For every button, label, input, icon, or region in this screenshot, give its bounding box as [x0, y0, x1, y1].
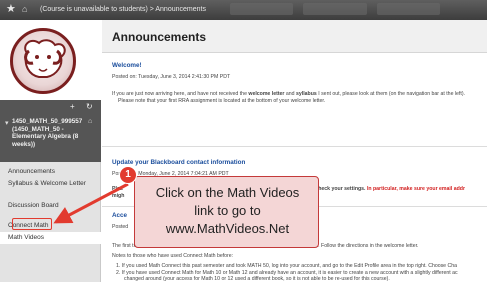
announcement-body-line: Notes to those who have used Connect Mat… [112, 253, 234, 259]
body-text: syllabus [296, 91, 317, 97]
tab-placeholder[interactable] [376, 3, 440, 15]
course-title: 1450_MATH_50_999557 (1450_MATH_50 - Elem… [12, 118, 83, 148]
announcement-heading: Welcome! [112, 62, 142, 69]
body-text: If you are just now arriving here, and h… [112, 91, 249, 97]
announcement-heading: Acce [112, 212, 128, 219]
collapse-arrow-icon[interactable]: ▾ [5, 119, 9, 127]
divider [102, 146, 487, 147]
sidebar-item-discussion-board[interactable]: Discussion Board [0, 200, 101, 212]
announcement-heading: Update your Blackboard contact informati… [112, 159, 246, 166]
math-videos-highlight [12, 218, 52, 230]
announcement-body-line: migh [112, 193, 124, 199]
callout-line: www.MathVideos.Net [165, 221, 290, 236]
announcement-body-line: If you are just now arriving here, and h… [112, 91, 465, 97]
step-badge: 1 [119, 166, 137, 184]
callout-line: link to go to [194, 203, 261, 218]
sidebar-toolbar: + ↻ [0, 100, 101, 114]
refresh-icon[interactable]: ↻ [86, 102, 93, 112]
star-icon[interactable]: ★ [6, 3, 16, 16]
sidebar-item-announcements[interactable]: Announcements [0, 166, 101, 178]
breadcrumb: (Course is unavailable to students) > An… [40, 6, 206, 13]
body-text: In particular, make sure your email addr [366, 186, 465, 192]
body-text: and [284, 91, 296, 97]
plus-icon[interactable]: + [70, 102, 75, 112]
list-item: 1. If you used Math Connect this past se… [116, 263, 458, 269]
sidebar-item-syllabus[interactable]: Syllabus & Welcome Letter [0, 178, 101, 190]
sidebar-item-math-videos[interactable]: Math Videos [0, 232, 101, 244]
tab-strip [230, 3, 440, 15]
course-header[interactable]: ▾ 1450_MATH_50_999557 (1450_MATH_50 - El… [0, 114, 101, 162]
logo-area [0, 20, 101, 100]
announcement-body-line: Please note that your first RRA assignme… [118, 98, 326, 104]
callout-line: Click on the Math Videos [155, 185, 300, 200]
body-text: welcome letter [248, 91, 285, 97]
body-text: migh [112, 193, 125, 199]
body-text: I sent out, please look at them (on the … [316, 91, 465, 97]
course-sidebar: + ↻ ▾ 1450_MATH_50_999557 (1450_MATH_50 … [0, 20, 101, 282]
tab-placeholder[interactable] [230, 3, 294, 15]
page-title: Announcements [112, 30, 207, 44]
instruction-callout: Click on the Math Videos link to go to w… [134, 176, 319, 248]
home-icon[interactable]: ⌂ [88, 118, 92, 125]
announcement-posted: Posted [112, 224, 129, 230]
list-item: changed around (your access for Math 10 … [124, 276, 390, 282]
menu-icon[interactable]: ⌂ [22, 3, 27, 16]
body-text: Plea [112, 186, 123, 192]
tab-placeholder[interactable] [303, 3, 367, 15]
announcement-posted: Posted on: Tuesday, June 3, 2014 2:41:30… [112, 74, 231, 80]
top-bar: ★ ⌂ (Course is unavailable to students) … [0, 0, 487, 20]
ram-logo-icon [10, 28, 76, 94]
page-header: Announcements [102, 20, 487, 53]
